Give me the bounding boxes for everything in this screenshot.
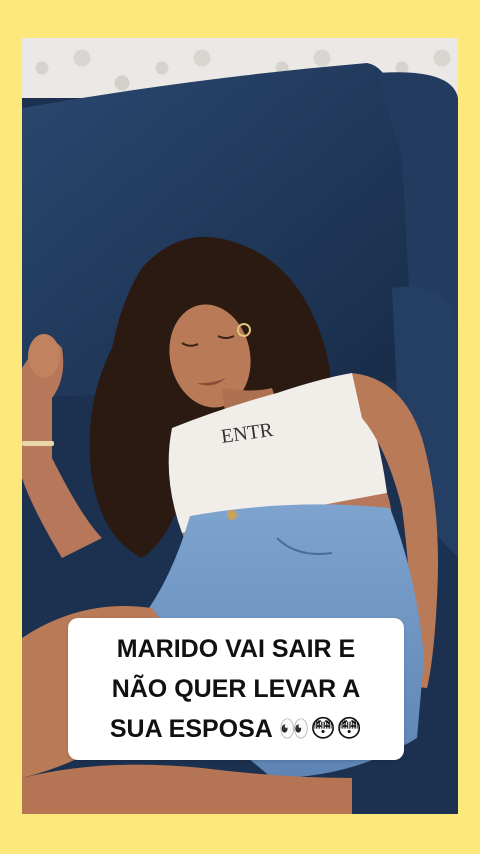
hand — [28, 334, 60, 378]
skirt-button — [227, 510, 237, 520]
video-frame: ENTR MARIDO VAI SAIR E NÃO QUER LEVAR A … — [22, 38, 458, 814]
bracelet — [22, 441, 54, 446]
caption-text: MARIDO VAI SAIR E NÃO QUER LEVAR A SUA E… — [109, 635, 363, 743]
caption-box: MARIDO VAI SAIR E NÃO QUER LEVAR A SUA E… — [68, 618, 404, 760]
